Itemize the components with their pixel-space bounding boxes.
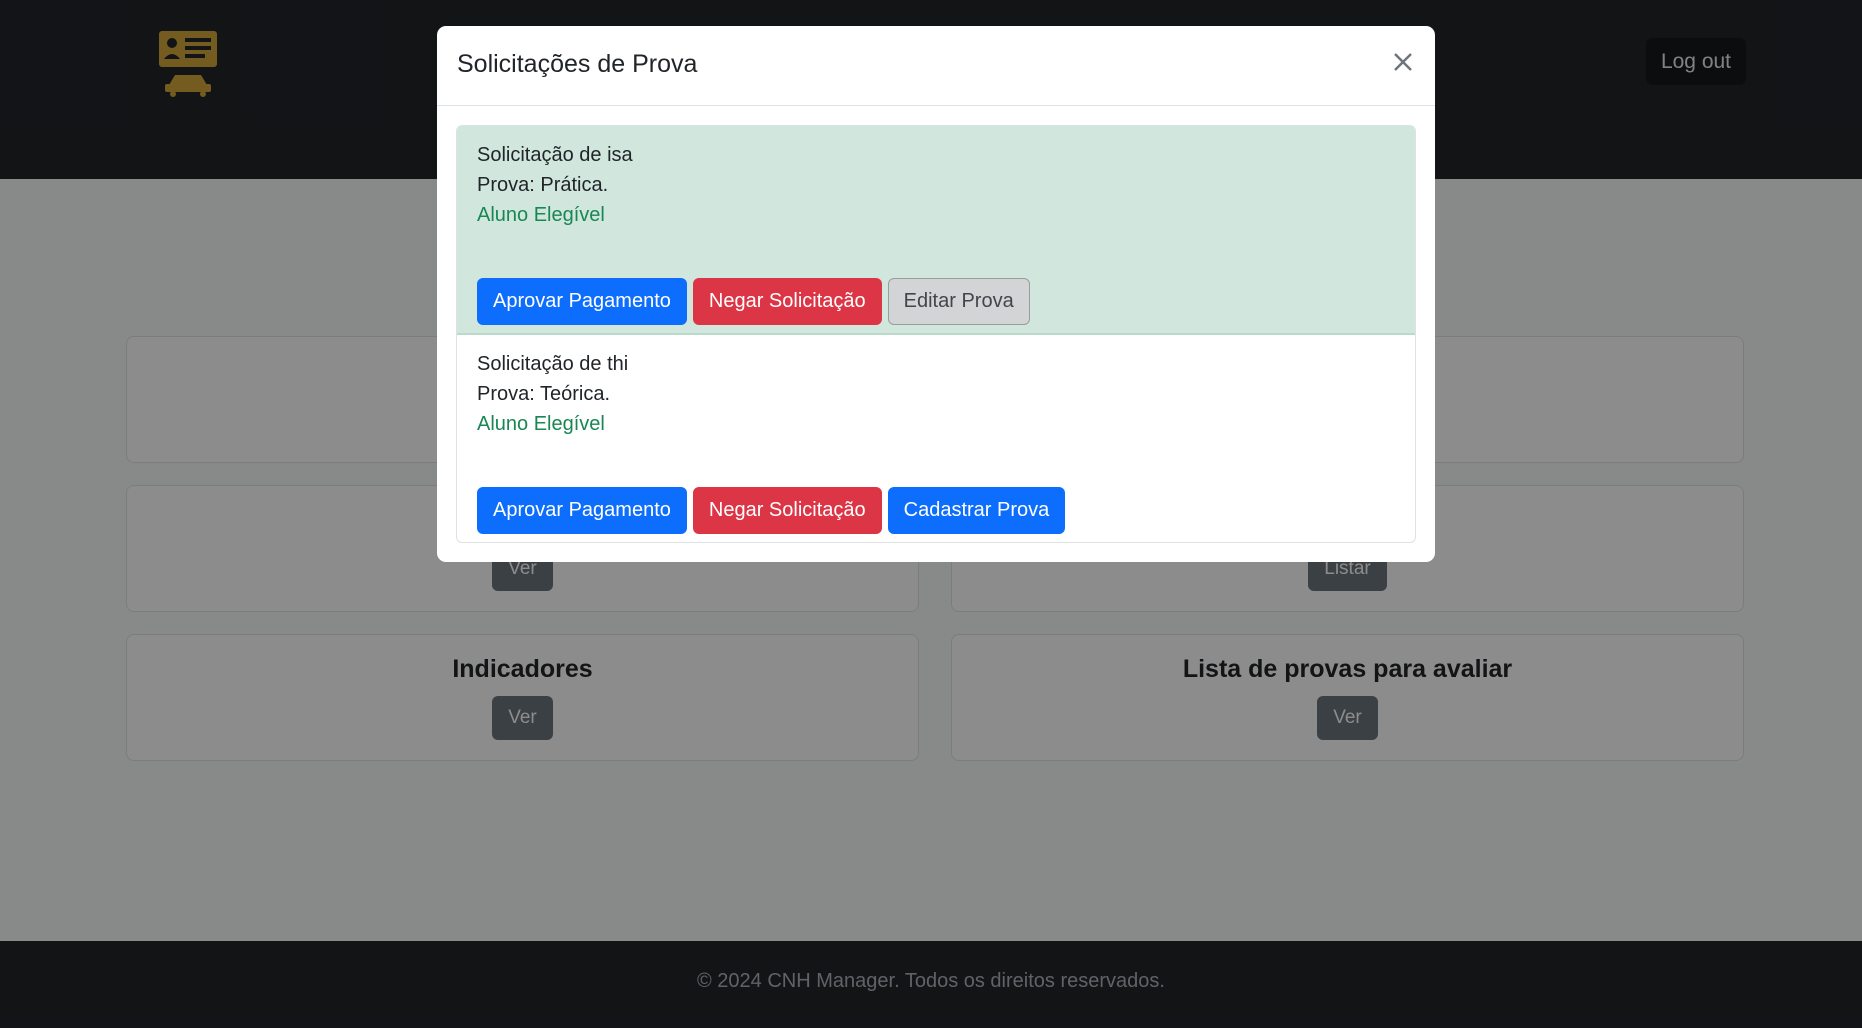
request-actions: Aprovar Pagamento Negar Solicitação Edit… <box>477 278 1030 325</box>
request-list: Solicitação de isa Prova: Prática. Aluno… <box>456 125 1416 543</box>
exam-type: Prova: Prática. <box>477 174 609 196</box>
edit-exam-button[interactable]: Editar Prova <box>887 278 1030 325</box>
approve-payment-button[interactable]: Aprovar Pagamento <box>477 278 687 325</box>
approve-payment-button[interactable]: Aprovar Pagamento <box>477 487 687 534</box>
eligibility-status: Aluno Elegível <box>477 204 605 226</box>
close-button[interactable] <box>1385 44 1421 80</box>
requester-name: Solicitação de isa <box>477 144 633 166</box>
requester-name: Solicitação de thi <box>477 353 629 375</box>
eligibility-status: Aluno Elegível <box>477 413 605 435</box>
list-item[interactable]: Solicitação de isa Prova: Prática. Aluno… <box>457 126 1415 334</box>
modal-header: Solicitações de Prova <box>437 26 1435 106</box>
deny-request-button[interactable]: Negar Solicitação <box>692 278 882 325</box>
list-item[interactable]: Solicitação de thi Prova: Teórica. Aluno… <box>457 334 1415 542</box>
modal-body: Solicitação de isa Prova: Prática. Aluno… <box>437 106 1435 562</box>
request-actions: Aprovar Pagamento Negar Solicitação Cada… <box>477 487 1066 534</box>
close-icon <box>1394 53 1412 71</box>
deny-request-button[interactable]: Negar Solicitação <box>692 487 882 534</box>
exam-type: Prova: Teórica. <box>477 383 611 405</box>
modal-title: Solicitações de Prova <box>457 50 698 78</box>
register-exam-button[interactable]: Cadastrar Prova <box>887 487 1066 534</box>
exam-requests-modal: Solicitações de Prova Solicitação de isa… <box>437 26 1435 562</box>
